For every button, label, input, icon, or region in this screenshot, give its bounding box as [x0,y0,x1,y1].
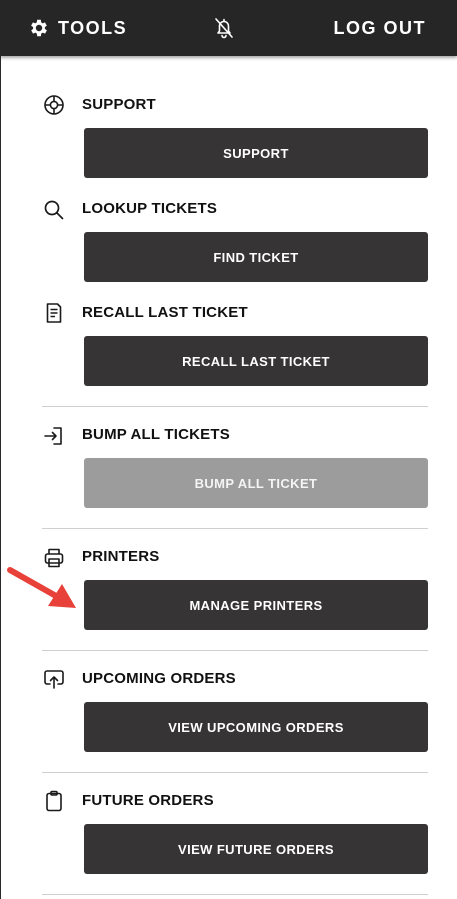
upload-icon [44,670,64,689]
logout-button[interactable]: LOG OUT [334,17,427,39]
page-title: TOOLS [58,18,128,38]
divider [42,894,428,895]
section-heading-bump-all-tickets: BUMP ALL TICKETS [82,426,230,443]
view-future-orders-button[interactable]: VIEW FUTURE ORDERS [84,824,428,874]
divider [42,772,428,773]
section-heading-printers: PRINTERS [82,548,160,565]
view-upcoming-orders-button[interactable]: VIEW UPCOMING ORDERS [84,702,428,752]
top-bar: TOOLS LOG OUT [0,0,457,56]
section-heading-lookup-tickets: LOOKUP TICKETS [82,200,218,217]
tools-panel: SUPPORT SUPPORT LOOKUP TICKETS FIND TICK… [0,56,457,899]
bump-all-ticket-button[interactable]: BUMP ALL TICKET [84,458,428,508]
gear-icon[interactable] [28,17,50,39]
clipboard-icon [46,790,62,812]
section-heading-support: SUPPORT [82,96,156,113]
document-icon [46,303,62,323]
support-button[interactable]: SUPPORT [84,128,428,178]
section-heading-future-orders: FUTURE ORDERS [82,792,214,809]
bell-off-icon[interactable] [212,16,236,40]
lifebuoy-icon [44,95,64,115]
section-heading-upcoming-orders: UPCOMING ORDERS [82,670,236,687]
find-ticket-button[interactable]: FIND TICKET [84,232,428,282]
manage-printers-button[interactable]: MANAGE PRINTERS [84,580,428,630]
search-icon [44,200,64,220]
divider [42,406,428,407]
section-heading-recall-last-ticket: RECALL LAST TICKET [82,304,248,321]
recall-last-ticket-button[interactable]: RECALL LAST TICKET [84,336,428,386]
divider [42,650,428,651]
sign-in-icon [44,427,62,445]
divider [42,528,428,529]
annotation-arrow-icon [7,567,76,608]
